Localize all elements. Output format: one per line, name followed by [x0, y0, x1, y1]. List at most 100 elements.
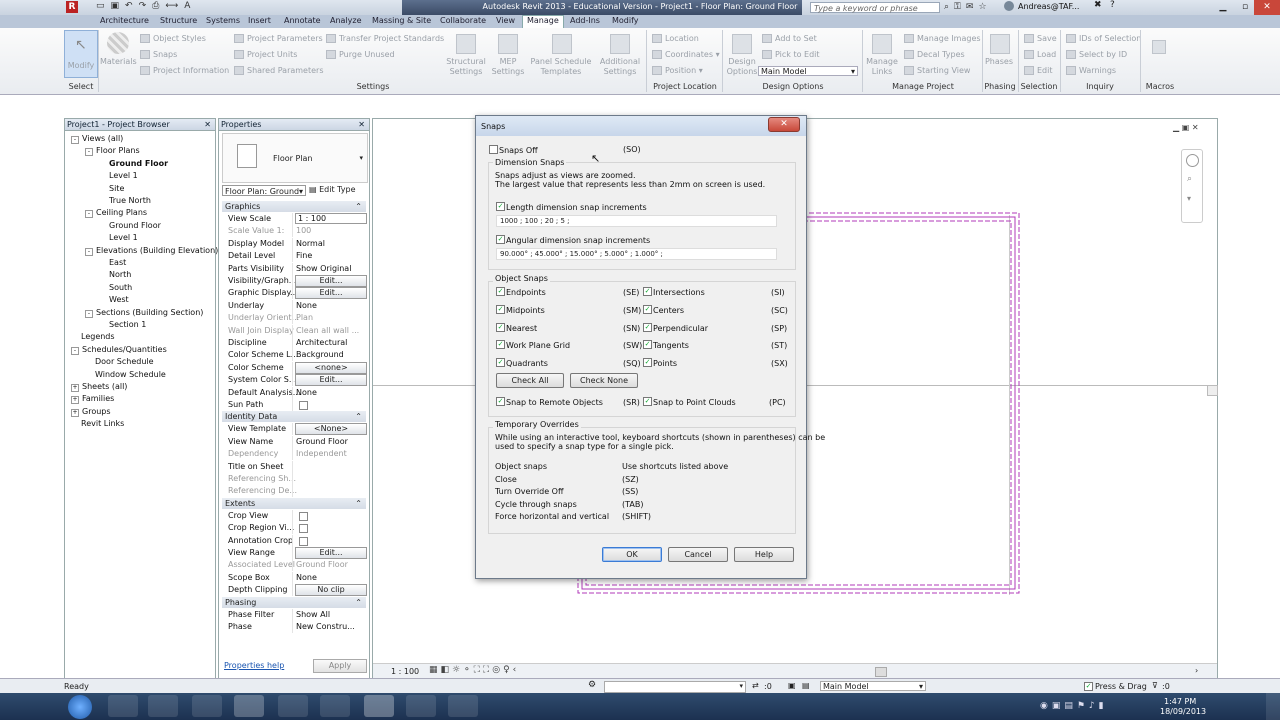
tab-view[interactable]: View: [496, 16, 515, 25]
browser-tree-item[interactable]: Level 1: [99, 171, 138, 180]
panel-schedule-templates-icon[interactable]: [552, 34, 572, 54]
browser-tree-item[interactable]: Window Schedule: [85, 370, 166, 379]
starting-view-button[interactable]: Starting View: [904, 66, 970, 75]
taskbar-media-icon[interactable]: [192, 695, 222, 717]
cancel-button[interactable]: Cancel: [668, 547, 728, 562]
browser-tree-item[interactable]: - Views (all): [71, 134, 123, 144]
edit-type-button[interactable]: ▤ Edit Type: [309, 183, 365, 197]
tab-architecture[interactable]: Architecture: [100, 16, 149, 25]
object-snap-checkbox[interactable]: ✓: [643, 340, 652, 350]
expand-icon[interactable]: +: [71, 384, 79, 392]
browser-tree-item[interactable]: Level 1: [99, 233, 138, 242]
taskbar-acrobat-icon[interactable]: [406, 695, 436, 717]
taskbar-explorer-icon[interactable]: [148, 695, 178, 717]
object-snap-checkbox[interactable]: ✓: [496, 304, 505, 314]
tab-add-ins[interactable]: Add-Ins: [570, 16, 600, 25]
property-section-header[interactable]: Identity Data ⌃: [222, 411, 366, 423]
browser-tree-item[interactable]: - Elevations (Building Elevation): [85, 246, 218, 256]
filter-icon[interactable]: ⊽: [1152, 681, 1158, 690]
shared-parameters-button[interactable]: Shared Parameters: [234, 66, 324, 75]
snaps-off-checkbox[interactable]: [489, 145, 498, 154]
browser-tree-item[interactable]: North: [99, 270, 131, 279]
start-button[interactable]: [68, 695, 92, 719]
property-value[interactable]: Background: [296, 350, 344, 359]
dialog-close-button[interactable]: ✕: [768, 117, 800, 132]
property-value[interactable]: None: [296, 573, 317, 582]
subscription-icon[interactable]: ⚿: [954, 2, 961, 12]
position-button[interactable]: Position ▾: [652, 66, 703, 75]
type-selector[interactable]: Floor Plan ▾: [222, 133, 368, 183]
structural-settings-icon[interactable]: [456, 34, 476, 54]
project-information-button[interactable]: Project Information: [140, 66, 229, 75]
tab-annotate[interactable]: Annotate: [284, 16, 321, 25]
tab-collaborate[interactable]: Collaborate: [440, 16, 486, 25]
add-to-set-button[interactable]: Add to Set: [762, 34, 817, 43]
editing-requests-icon[interactable]: ⇄: [752, 681, 759, 690]
property-value[interactable]: Ground Floor: [296, 437, 348, 446]
property-edit-button[interactable]: Edit...: [295, 374, 367, 387]
property-edit-button[interactable]: <none>: [295, 361, 367, 374]
horizontal-scrollbar-thumb[interactable]: [875, 667, 887, 677]
mep-settings-icon[interactable]: [498, 34, 518, 54]
property-section-header[interactable]: Phasing ⌃: [222, 596, 366, 608]
coordinates-button[interactable]: Coordinates ▾: [652, 50, 720, 59]
selection-save-button[interactable]: Save: [1024, 34, 1057, 43]
browser-tree-item[interactable]: + Sheets (all): [71, 382, 127, 392]
angular-increments-input[interactable]: 90.000° ; 45.000° ; 15.000° ; 5.000° ; 1…: [496, 248, 777, 260]
ok-button[interactable]: OK: [602, 547, 662, 562]
collapse-icon[interactable]: -: [85, 247, 93, 256]
expand-icon[interactable]: +: [71, 408, 79, 417]
browser-tree-item[interactable]: East: [99, 258, 126, 267]
collapse-icon[interactable]: ⌃: [355, 201, 362, 212]
property-value[interactable]: Show Original: [296, 264, 351, 273]
property-checkbox[interactable]: [299, 511, 308, 521]
browser-tree-item[interactable]: Door Schedule: [85, 357, 154, 366]
taskbar-outlook-icon[interactable]: [320, 695, 350, 717]
minimize-button[interactable]: ▁: [1212, 0, 1234, 15]
browser-tree-item[interactable]: Site: [99, 184, 124, 193]
browser-tree-item[interactable]: South: [99, 283, 132, 292]
browser-tree-item[interactable]: True North: [99, 196, 151, 205]
property-value[interactable]: New Constru...: [296, 622, 355, 631]
browser-tree-item[interactable]: - Sections (Building Section): [85, 308, 203, 318]
object-snap-checkbox[interactable]: ✓: [643, 322, 652, 332]
collapse-icon[interactable]: ⌃: [355, 597, 362, 608]
property-value[interactable]: Architectural: [296, 338, 347, 347]
close-button[interactable]: ✕: [1254, 0, 1280, 15]
maximize-button[interactable]: ▫: [1234, 0, 1256, 15]
property-value[interactable]: None: [296, 388, 317, 397]
exchange-icon[interactable]: ✖: [1094, 0, 1102, 10]
property-edit-button[interactable]: Edit...: [295, 547, 367, 559]
exclude-options-icon[interactable]: ▤: [802, 681, 810, 690]
snap-remote-checkbox[interactable]: ✓: [496, 397, 505, 406]
phases-icon[interactable]: [990, 34, 1010, 54]
property-edit-button[interactable]: <None>: [295, 423, 367, 436]
location-button[interactable]: Location: [652, 34, 699, 43]
browser-tree-item[interactable]: Legends: [71, 332, 115, 341]
communication-icon[interactable]: ✉: [966, 2, 974, 12]
instance-filter-select[interactable]: Floor Plan: Ground ▾: [222, 185, 306, 196]
ids-of-selection-button[interactable]: IDs of Selection: [1066, 34, 1141, 43]
property-value[interactable]: 1 : 100: [295, 213, 367, 224]
collapse-icon[interactable]: ⌃: [355, 411, 362, 422]
tab-massing-site[interactable]: Massing & Site: [372, 16, 431, 25]
close-icon[interactable]: ✕: [204, 119, 211, 130]
object-snap-checkbox[interactable]: ✓: [643, 287, 652, 296]
object-snap-checkbox[interactable]: ✓: [643, 304, 652, 314]
help-icon[interactable]: ?: [1110, 0, 1115, 10]
properties-help-link[interactable]: Properties help: [224, 661, 284, 670]
property-checkbox[interactable]: [299, 524, 308, 534]
collapse-icon[interactable]: -: [85, 309, 93, 318]
collapse-icon[interactable]: -: [85, 148, 93, 157]
selection-edit-button[interactable]: Edit: [1024, 66, 1053, 75]
manage-images-button[interactable]: Manage Images: [904, 34, 981, 43]
apply-button[interactable]: Apply: [313, 659, 367, 673]
tab-analyze[interactable]: Analyze: [330, 16, 362, 25]
transfer-project-standards-button[interactable]: Transfer Project Standards: [326, 34, 444, 43]
materials-icon[interactable]: [107, 32, 129, 54]
check-all-button[interactable]: Check All: [496, 373, 564, 388]
design-options-icon[interactable]: [732, 34, 752, 54]
purge-unused-button[interactable]: Purge Unused: [326, 50, 395, 59]
object-styles-button[interactable]: Object Styles: [140, 34, 206, 43]
object-snap-checkbox[interactable]: ✓: [496, 358, 505, 368]
